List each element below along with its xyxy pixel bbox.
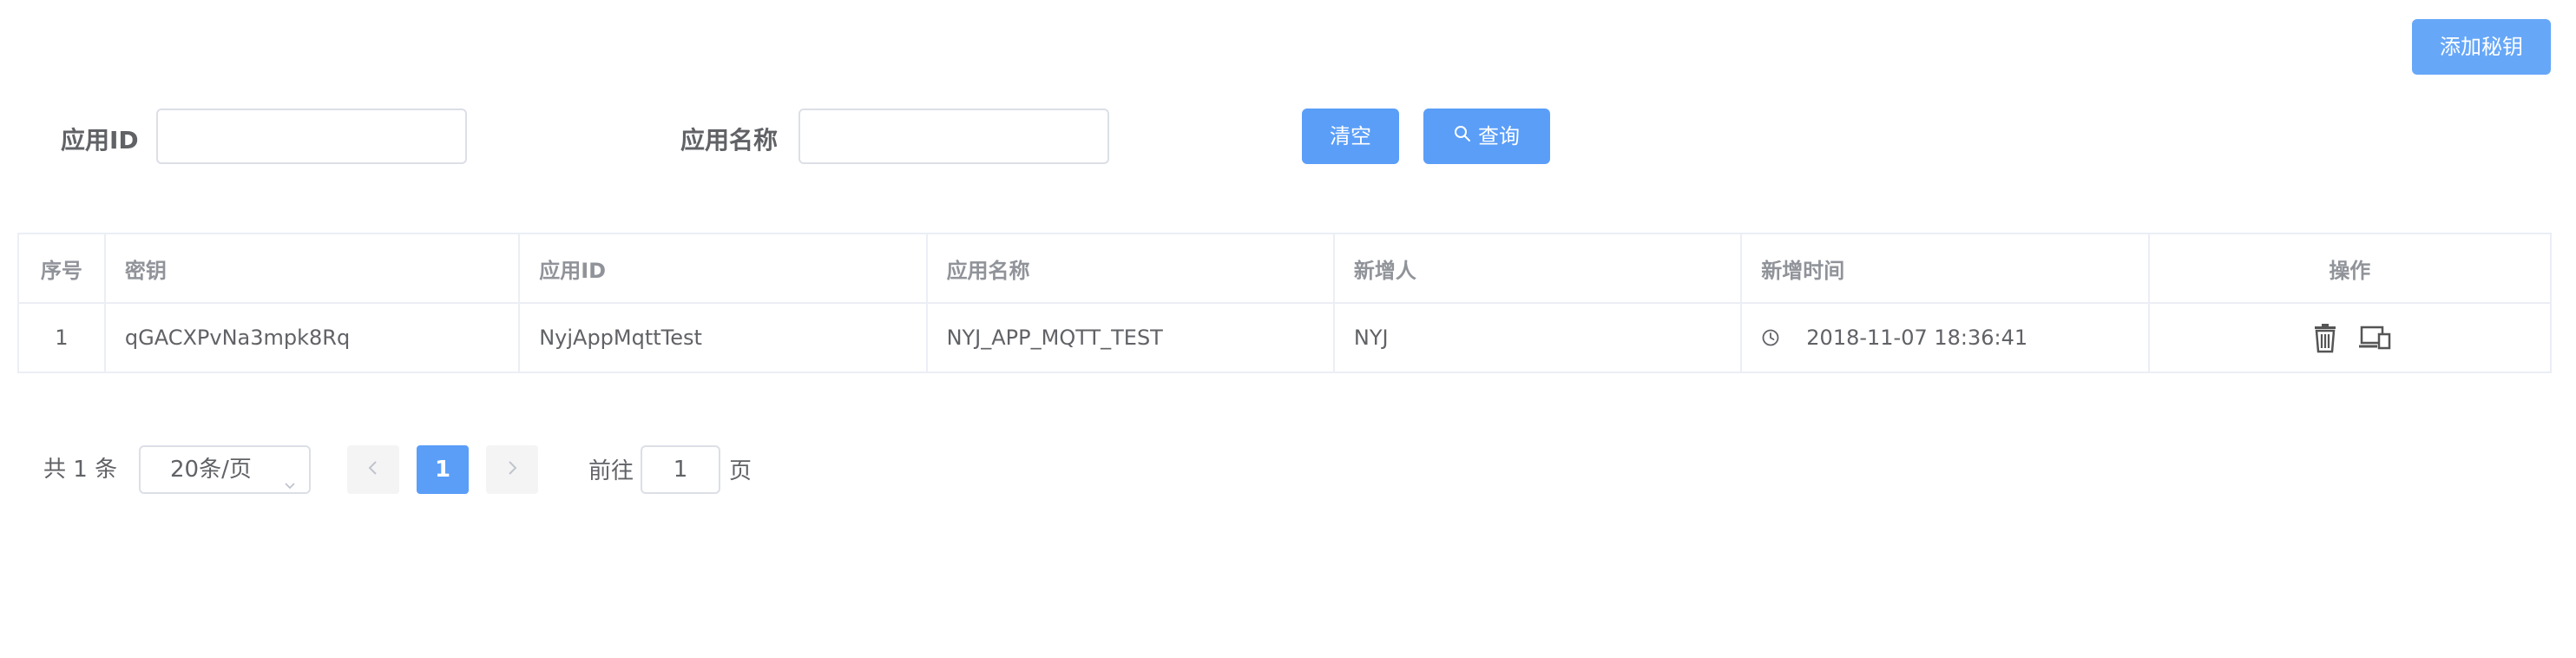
next-page-button[interactable] xyxy=(486,445,538,494)
column-header-creator: 新增人 xyxy=(1335,234,1743,302)
row-app-name: NYJ_APP_MQTT_TEST xyxy=(928,304,1335,372)
chevron-down-icon xyxy=(283,463,297,490)
prev-page-button[interactable] xyxy=(347,445,399,494)
row-creator: NYJ xyxy=(1335,304,1743,372)
app-id-input[interactable] xyxy=(156,109,467,164)
app-name-label: 应用名称 xyxy=(680,126,779,155)
goto-suffix-label: 页 xyxy=(729,458,752,484)
row-index: 1 xyxy=(19,304,106,372)
row-key: qGACXPvNa3mpk8Rq xyxy=(106,304,521,372)
delete-icon[interactable] xyxy=(2310,322,2341,353)
row-created-at: 2018-11-07 18:36:41 xyxy=(1742,304,2150,372)
table-header: 序号 密钥 应用ID 应用名称 新增人 新增时间 操作 xyxy=(19,234,2550,304)
pagination-total: 共 1 条 xyxy=(43,457,118,483)
query-button-label: 查询 xyxy=(1478,124,1520,148)
column-header-index: 序号 xyxy=(19,234,106,302)
table-row: 1 qGACXPvNa3mpk8Rq NyjAppMqttTest NYJ_AP… xyxy=(19,304,2550,372)
row-app-id: NyjAppMqttTest xyxy=(520,304,928,372)
column-header-created-at: 新增时间 xyxy=(1742,234,2150,302)
column-header-app-id: 应用ID xyxy=(520,234,928,302)
add-key-button[interactable]: 添加秘钥 xyxy=(2412,19,2551,75)
search-icon xyxy=(1454,108,1471,163)
clear-button-label: 清空 xyxy=(1330,124,1371,148)
app-name-input[interactable] xyxy=(798,109,1109,164)
keys-table: 序号 密钥 应用ID 应用名称 新增人 新增时间 操作 1 qGACXPvNa3… xyxy=(17,233,2552,373)
page-number-button[interactable]: 1 xyxy=(417,445,469,494)
row-created-at-text: 2018-11-07 18:36:41 xyxy=(1806,326,2028,350)
goto-page-input[interactable] xyxy=(641,445,720,494)
column-header-app-name: 应用名称 xyxy=(928,234,1335,302)
goto-prefix-label: 前往 xyxy=(588,458,634,484)
chevron-right-icon xyxy=(505,459,519,480)
row-actions xyxy=(2150,304,2550,372)
app-id-label: 应用ID xyxy=(61,126,139,155)
clear-button[interactable]: 清空 xyxy=(1302,109,1399,164)
clock-icon xyxy=(1761,328,1780,347)
column-header-actions: 操作 xyxy=(2329,258,2371,283)
column-header-key: 密钥 xyxy=(106,234,521,302)
page-size-value: 20条/页 xyxy=(170,457,252,483)
query-button[interactable]: 查询 xyxy=(1423,109,1550,164)
devices-icon[interactable] xyxy=(2358,322,2391,353)
page-size-select[interactable]: 20条/页 xyxy=(139,445,311,494)
chevron-left-icon xyxy=(366,459,380,480)
